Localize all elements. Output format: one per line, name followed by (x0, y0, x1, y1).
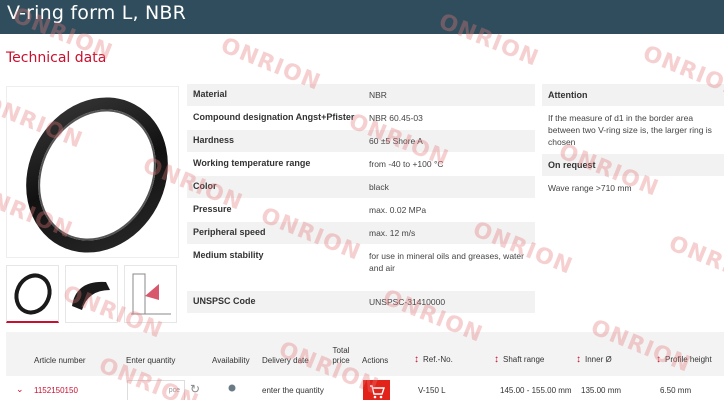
header-availability: Availability (212, 356, 250, 365)
spec-value: max. 0.02 MPa (369, 205, 427, 215)
header-inner-diameter[interactable]: ↕ Inner Ø (576, 355, 612, 365)
spec-row: Material NBR (187, 84, 535, 107)
header-ref-no-label: Ref.-No. (423, 355, 453, 364)
spec-value: NBR (369, 90, 387, 100)
spec-row: Working temperature range from -40 to +10… (187, 153, 535, 176)
article-number-link[interactable]: 1152150150 (34, 386, 78, 395)
page-header: V-ring form L, NBR (0, 0, 724, 34)
spec-row: Medium stability for use in mineral oils … (187, 245, 535, 291)
delivery-date-text: enter the quantity (262, 386, 324, 395)
header-actions: Actions (362, 356, 389, 365)
spec-key: Hardness (193, 135, 235, 145)
sort-arrows-icon: ↕ (414, 354, 419, 365)
sort-arrows-icon: ↕ (576, 354, 581, 365)
spec-key: Material (193, 89, 228, 99)
chevron-down-icon[interactable]: ⌄ (16, 384, 24, 395)
spec-row: UNSPSC Code UNSPSC-31410000 (187, 291, 535, 314)
thumbnail-ring[interactable] (6, 265, 59, 323)
spec-key: Working temperature range (193, 158, 311, 168)
ring-thumb-icon (14, 273, 52, 315)
spec-value: black (369, 182, 389, 192)
header-article-number: Article number (34, 356, 86, 365)
availability-dot-icon (228, 384, 236, 394)
spec-key: UNSPSC Code (193, 296, 256, 306)
spec-key: Compound designation Angst+Pfister (193, 112, 355, 122)
header-shaft-range-label: Shaft range (503, 355, 545, 364)
sort-arrows-icon: ↕ (494, 354, 499, 365)
header-inner-diameter-label: Inner Ø (585, 355, 612, 364)
header-shaft-range[interactable]: ↕ Shaft range (494, 355, 544, 365)
inner-diameter-value: 135.00 mm (581, 386, 622, 395)
watermark: ONRION (665, 231, 724, 294)
ref-no-value: V-150 L (418, 386, 446, 395)
shaft-range-value: 145.00 - 155.00 mm (500, 386, 572, 395)
header-ref-no[interactable]: ↕ Ref.-No. (414, 355, 453, 365)
profile-height-value: 6.50 mm (660, 386, 692, 395)
